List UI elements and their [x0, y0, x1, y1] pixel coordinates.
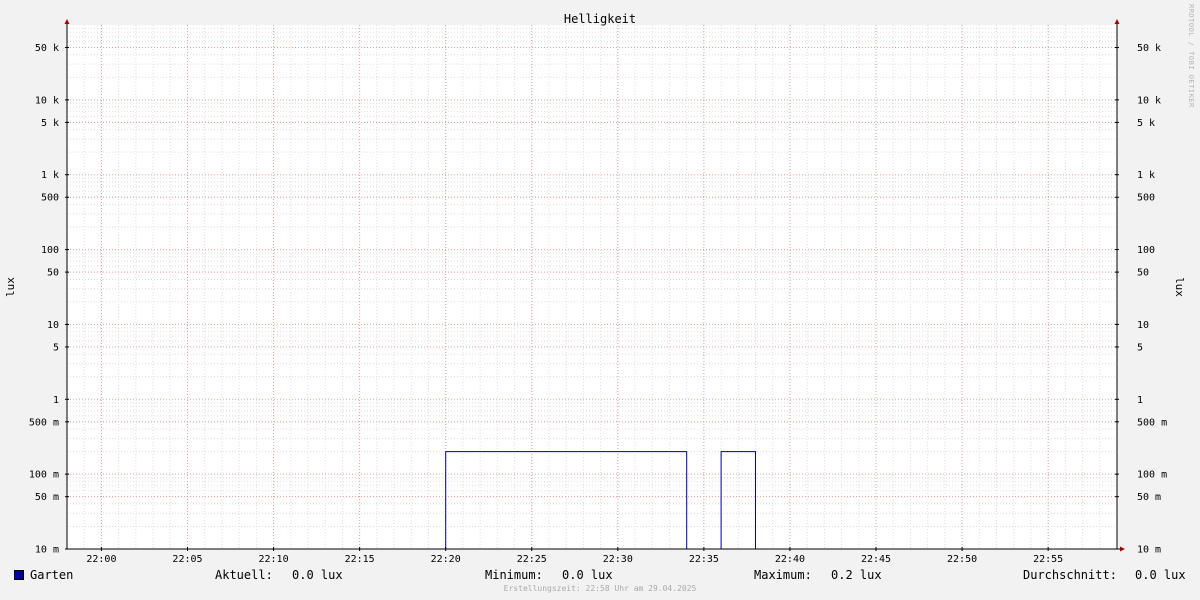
x-tick-label: 22:10 — [259, 554, 289, 565]
y-tick-label-left: 1 — [53, 395, 59, 406]
y-tick-label-right: 5 — [1137, 342, 1143, 353]
x-axis-arrow — [1120, 546, 1125, 552]
y-axis-left-arrow — [64, 19, 70, 24]
y-axis-title-right: lux — [1173, 277, 1186, 297]
y-tick-label-right: 100 — [1137, 245, 1155, 256]
legend-current-label: Aktuell: — [215, 568, 273, 582]
chart-title: Helligkeit — [564, 12, 636, 26]
x-tick-label: 22:45 — [861, 554, 891, 565]
legend-max-label: Maximum: — [754, 568, 812, 582]
legend-series-name: Garten — [30, 568, 74, 582]
x-tick-label: 22:25 — [517, 554, 547, 565]
legend-min-label: Minimum: — [485, 568, 543, 582]
legend-max-value: 0.2 lux — [831, 568, 882, 582]
y-tick-label-left: 5 — [53, 342, 59, 353]
y-tick-label-right: 10 k — [1137, 95, 1161, 106]
y-tick-label-right: 10 m — [1137, 545, 1161, 556]
x-tick-label: 22:55 — [1033, 554, 1063, 565]
y-tick-label-right: 50 m — [1137, 492, 1161, 503]
y-tick-label-left: 500 — [41, 193, 59, 204]
legend-swatch-garten — [14, 570, 24, 580]
legend: Garten Aktuell: 0.0 lux Minimum: 0.0 lux… — [0, 566, 1200, 584]
y-tick-label-right: 10 — [1137, 320, 1149, 331]
y-tick-label-left: 1 k — [41, 170, 59, 181]
x-tick-label: 22:50 — [947, 554, 977, 565]
y-tick-label-right: 1 k — [1137, 170, 1155, 181]
legend-avg-label: Durchschnitt: — [1023, 568, 1117, 582]
y-tick-label-left: 10 — [47, 320, 59, 331]
creation-time: Erstellungszeit: 22:58 Uhr am 29.04.2025 — [503, 584, 697, 593]
legend-avg-value: 0.0 lux — [1135, 568, 1186, 582]
y-tick-label-right: 50 k — [1137, 43, 1161, 54]
x-tick-label: 22:30 — [603, 554, 633, 565]
y-tick-label-right: 500 m — [1137, 417, 1167, 428]
x-tick-label: 22:05 — [172, 554, 202, 565]
legend-current-value: 0.0 lux — [292, 568, 343, 582]
x-tick-label: 22:00 — [86, 554, 116, 565]
y-tick-label-left: 50 m — [35, 492, 59, 503]
x-tick-label: 22:35 — [689, 554, 719, 565]
chart-svg: 50 k 50 k 10 k 10 k 5 k 5 k 1 k 1 k 500 500 100 100… — [4, 12, 1186, 565]
y-tick-label-right: 5 k — [1137, 118, 1155, 129]
rrdtool-watermark: RRDTOOL / TOBI OETIKER — [1187, 4, 1195, 108]
y-tick-label-left: 100 — [41, 245, 59, 256]
y-tick-label-right: 500 — [1137, 193, 1155, 204]
y-tick-label-right: 50 — [1137, 268, 1149, 279]
legend-min-value: 0.0 lux — [562, 568, 613, 582]
y-axis-right-arrow — [1114, 19, 1120, 24]
y-tick-label-left: 500 m — [29, 417, 59, 428]
y-axis-title-left: lux — [4, 277, 17, 297]
y-tick-label-left: 5 k — [41, 118, 59, 129]
x-tick-label: 22:15 — [345, 554, 375, 565]
y-tick-label-left: 10 k — [35, 95, 59, 106]
y-tick-label-left: 100 m — [29, 470, 59, 481]
y-tick-label-right: 1 — [1137, 395, 1143, 406]
x-tick-label: 22:40 — [775, 554, 805, 565]
y-tick-label-right: 100 m — [1137, 470, 1167, 481]
y-tick-label-left: 50 — [47, 268, 59, 279]
x-tick-label: 22:20 — [431, 554, 461, 565]
chart-panel: 50 k 50 k 10 k 10 k5 k5 k1 k1 k 500 500 100 100… — [0, 0, 1200, 600]
y-tick-label-left: 10 m — [35, 545, 59, 556]
y-tick-label-left: 50 k — [35, 43, 59, 54]
